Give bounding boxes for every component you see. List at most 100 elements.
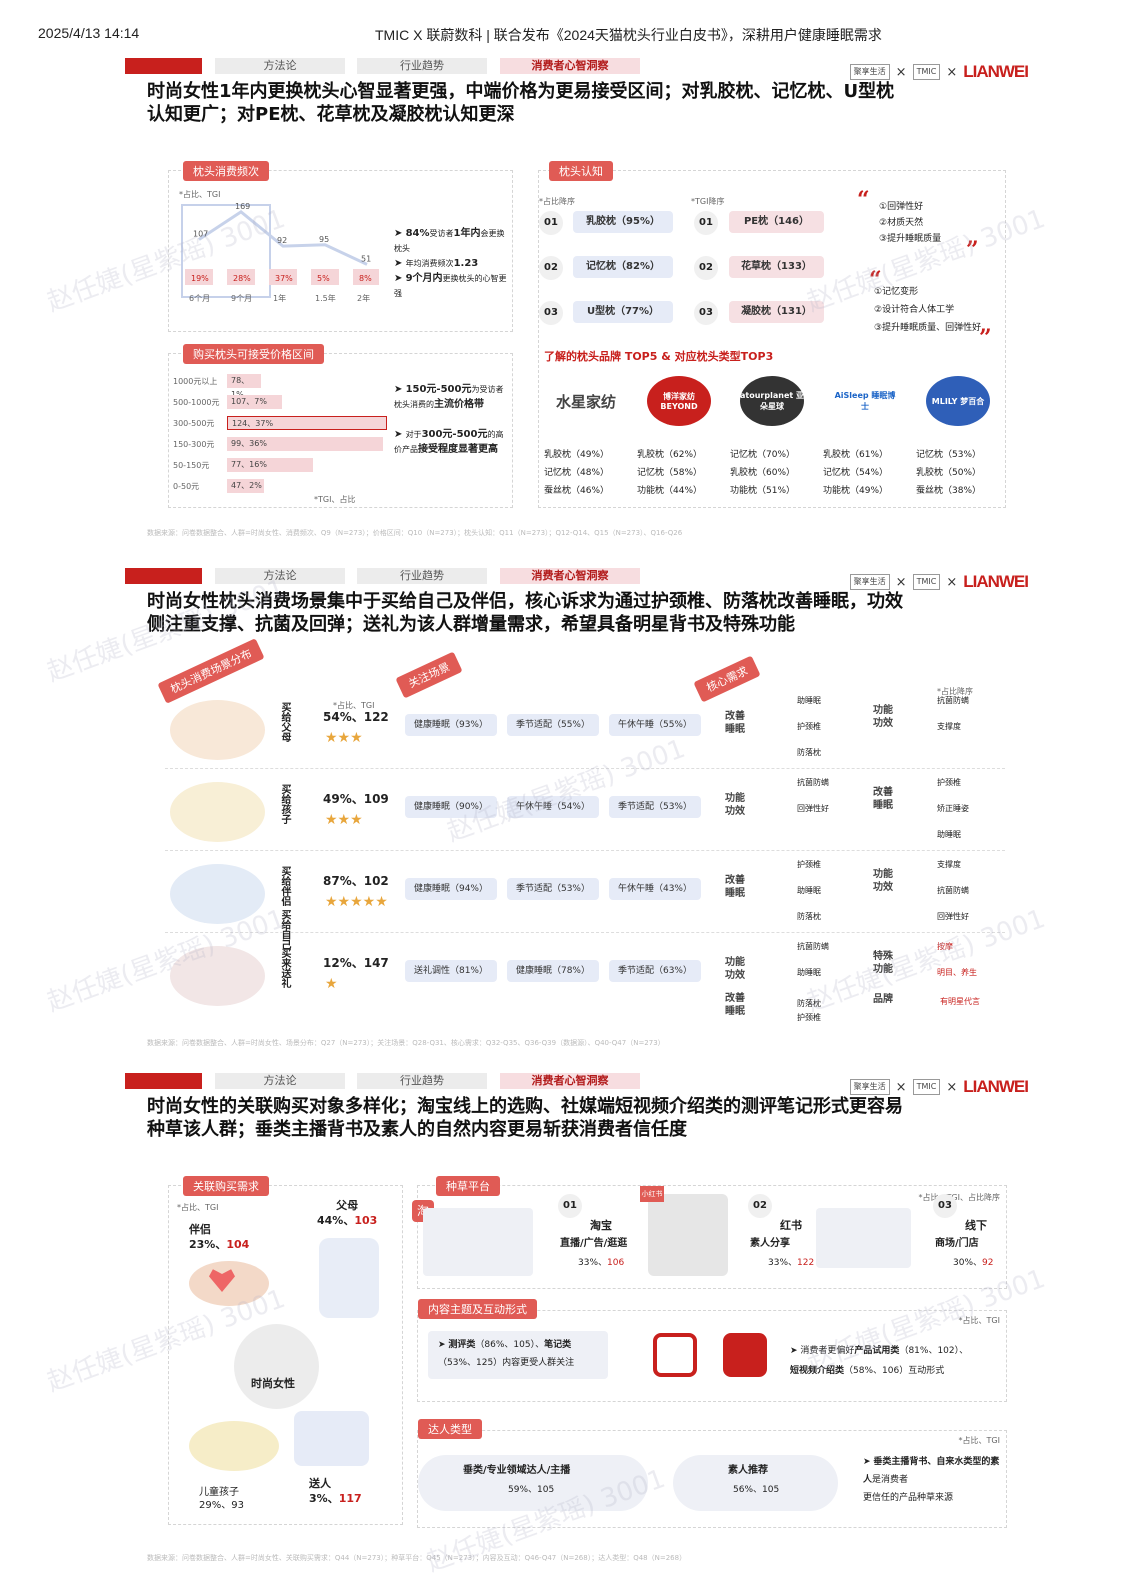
price-label: 1000元以上 [173, 377, 218, 386]
freq-bullets: ➤ 84%受访者1年内会更换枕头 ➤ 年均消费频次1.23 ➤ 9个月内更换枕头… [394, 228, 507, 298]
price-label: 500-1000元 [173, 398, 220, 407]
logo-tmic: TMIC [912, 64, 941, 80]
brand-pillow-type: 记忆枕（54%） [823, 468, 889, 478]
tab-methodology[interactable]: 方法论 [215, 1073, 345, 1089]
platform-value: 33%、122 [768, 1258, 815, 1268]
page-header: 2025/4/13 14:14 TMIC X 联蔚数科 | 联合发布《2024天… [0, 0, 1144, 50]
focus-scene-pill: 送礼调性（81%） [405, 960, 497, 982]
share-label: 19% [191, 274, 209, 283]
taobao-screenshot [423, 1208, 533, 1276]
scene-who-label: 买来送礼 [279, 948, 290, 988]
scene-who-label: 买给父母 [279, 702, 290, 742]
need-item: 支撑度 [937, 722, 961, 731]
focus-scene-pill: 季节适配（55%） [507, 714, 599, 736]
platform-name: 红书 [780, 1219, 802, 1232]
logo-lianwei: LIANWEI [963, 62, 1029, 81]
tab-consumer-insight[interactable]: 消费者心智洞察 [500, 58, 640, 74]
quote-2: ①记忆变形 ②设计符合人体工学 ③提升睡眠质量、回弹性好 [874, 287, 982, 333]
price-label: 0-50元 [173, 482, 200, 491]
need-item: 抗菌防螨 [937, 696, 969, 705]
focus-scene-pill: 季节适配（53%） [609, 796, 701, 818]
need-item: 助睡眠 [937, 830, 961, 839]
quote-open-icon: “ [857, 187, 870, 213]
need-item: 回弹性好 [797, 804, 829, 813]
quote-close-icon: ” [979, 325, 992, 351]
brand-pillow-type: 功能枕（51%） [730, 486, 796, 496]
brand-logo: AiSleep 睡眠博士 [833, 376, 897, 426]
period-label: 1年 [273, 293, 286, 303]
rank-number: 03 [694, 301, 718, 325]
platform-desc: 商场/门店 [935, 1238, 979, 1249]
scene-share: 12%、147 [323, 956, 389, 970]
focus-scene-pill: 健康睡眠（94%） [405, 878, 497, 900]
brand-pillow-type: 记忆枕（70%） [730, 450, 796, 460]
brand-logo: atourplanet 亚朵星球 [740, 376, 804, 426]
brand-pillow-type: 功能枕（49%） [823, 486, 889, 496]
platform-desc: 素人分享 [750, 1238, 790, 1249]
rank-number: 03 [539, 301, 563, 325]
period-label: 6个月 [189, 294, 210, 303]
need-item: 抗菌防螨 [937, 886, 969, 895]
pillow-type-pill: PE枕（146） [729, 211, 824, 233]
share-label: 28% [233, 274, 251, 283]
platform-number: 01 [558, 1194, 582, 1218]
cognition-panel: 枕头认知 *占比降序 *TGI降序 01 乳胶枕（95%） 02 记忆枕（82%） 03… [538, 161, 1006, 508]
scene-illustration [170, 700, 265, 760]
header-datetime: 2025/4/13 14:14 [38, 25, 140, 41]
need-item: 矫正睡姿 [937, 804, 969, 813]
tab-methodology[interactable]: 方法论 [215, 58, 345, 74]
price-bar: 47、2% [227, 479, 264, 493]
core-need-1: 改善睡眠 [725, 875, 745, 899]
platform-number: 03 [933, 1194, 957, 1218]
brand-pillow-type: 记忆枕（58%） [637, 468, 703, 478]
need-item: 抗菌防螨 [797, 778, 829, 787]
need-item: 防落枕 [797, 748, 821, 757]
toolbox-icon [653, 1333, 697, 1377]
tab-consumer-insight[interactable]: 消费者心智洞察 [500, 568, 640, 584]
brand-pillow-type: 乳胶枕（61%） [823, 450, 889, 460]
tab-industry-trend[interactable]: 行业趋势 [357, 568, 487, 584]
seeding-platform-panel: 种草平台 *占比、TGI、占比降序 淘 小红书 01淘宝直播/广告/逛逛33%、… [412, 1176, 1007, 1289]
brand-pillow-type: 乳胶枕（62%） [637, 450, 703, 460]
price-label: 300-500元 [173, 419, 215, 428]
brand-pillow-type: 功能枕（44%） [637, 486, 703, 496]
pillow-type-pill: 花草枕（133） [729, 256, 824, 278]
mall-photo [816, 1208, 911, 1268]
kol-summary: ➤ 垂类主播背书、自来水类型的素人是消费者 更信任的产品种草来源 [863, 1457, 1000, 1503]
xhs-icon: 小红书 [640, 1186, 664, 1202]
brand-logo: 水星家纺 [554, 376, 618, 426]
price-bullets: ➤ 150元-500元为受访者枕头消费的主流价格带 ➤ 对于300元-500元的… [394, 384, 504, 455]
rank-number: 01 [539, 211, 563, 235]
tgi-label: 51 [361, 254, 371, 263]
share-label: 5% [317, 274, 330, 283]
scene-share: 49%、109 [323, 792, 389, 806]
related-purchase-panel: 关联购买需求 *占比、TGI 伴侣 23%、104 父母 44%、103 时尚女性 … [168, 1176, 403, 1525]
period-label: 2年 [357, 293, 370, 303]
xhs-screenshot [648, 1194, 728, 1276]
scene-share: 87%、102 [323, 874, 389, 888]
price-bar: 107、7% [227, 395, 282, 409]
focus-scene-pill: 季节适配（63%） [609, 960, 701, 982]
brand-pillow-type: 乳胶枕（50%） [916, 468, 982, 478]
need-item: 有明星代言 [940, 997, 980, 1006]
tab-consumer-insight[interactable]: 消费者心智洞察 [500, 1073, 640, 1089]
core-need-1b: 改善睡眠 [725, 993, 745, 1017]
brand-pillow-type: 乳胶枕（49%） [544, 450, 610, 460]
tab-industry-trend[interactable]: 行业趋势 [357, 58, 487, 74]
core-need-1: 功能功效 [725, 957, 745, 981]
pillow-type-pill: U型枕（77%） [573, 301, 673, 323]
share-label: 37% [275, 274, 293, 283]
platform-name: 淘宝 [590, 1219, 612, 1232]
scene-illustration [170, 782, 265, 842]
price-bar: 77、16% [227, 458, 313, 472]
parents-illustration [319, 1238, 379, 1318]
brand-pillow-type: 记忆枕（53%） [916, 450, 982, 460]
price-bar: 99、36% [227, 437, 383, 451]
tab-industry-trend[interactable]: 行业趋势 [357, 1073, 487, 1089]
slide-headline: 时尚女性的关联购买对象多样化；淘宝线上的选购、社媒端短视频介绍类的测评笔记形式更… [147, 1096, 903, 1140]
focus-scene-pill: 午休午睡（43%） [609, 878, 701, 900]
slide-headline: 时尚女性1年内更换枕头心智显著更强，中端价格为更易接受区间；对乳胶枕、记忆枕、U… [147, 81, 895, 125]
focus-scene-pill: 午休午睡（55%） [609, 714, 701, 736]
price-bar: 124、37% [227, 416, 387, 430]
period-label: 9个月 [231, 294, 252, 303]
